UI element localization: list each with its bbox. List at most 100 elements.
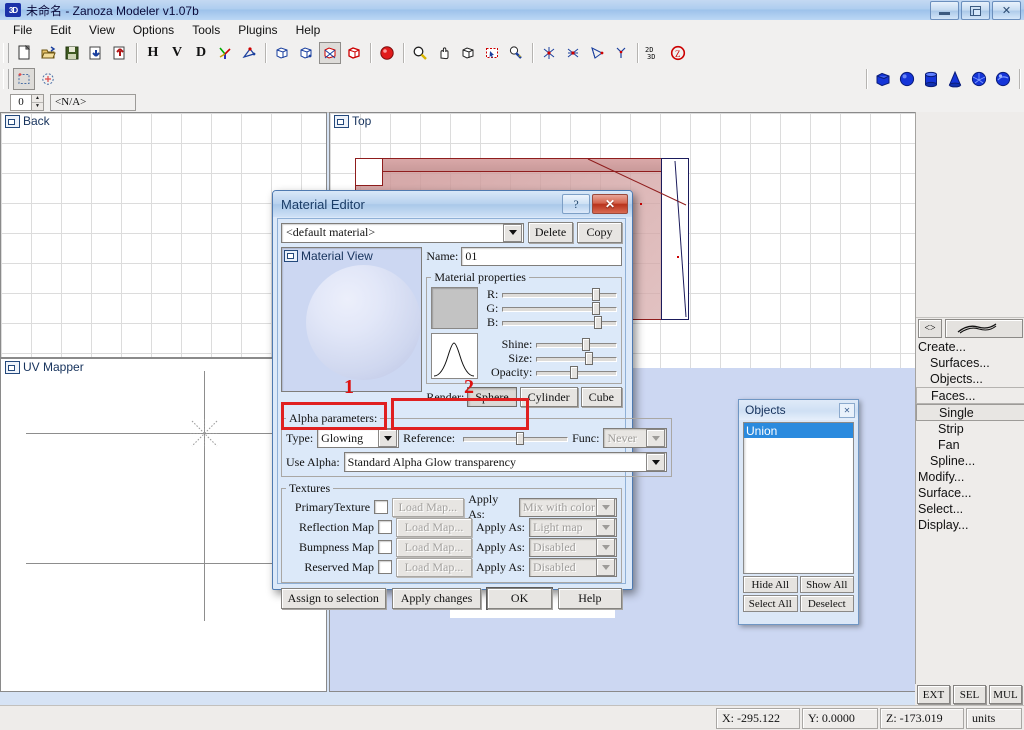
viewport-menu-icon[interactable] — [5, 360, 20, 374]
assign-to-selection-button[interactable]: Assign to selection — [281, 588, 386, 609]
panel-item-objects[interactable]: Objects... — [916, 371, 1024, 387]
disable-icon[interactable]: Z — [667, 42, 689, 64]
menu-options[interactable]: Options — [124, 21, 183, 39]
slider-thumb[interactable] — [515, 431, 524, 445]
material-select-combo[interactable]: <default material> — [281, 222, 524, 243]
load-map-button-bumpness[interactable]: Load Map... — [396, 537, 472, 557]
slider-thumb[interactable] — [570, 365, 579, 379]
box-icon[interactable] — [457, 42, 479, 64]
primitive-cylinder-icon[interactable] — [920, 68, 942, 90]
show-all-button[interactable]: Show All — [799, 576, 854, 593]
render-cube-button[interactable]: Cube — [580, 387, 622, 407]
chevron-down-icon[interactable] — [596, 518, 615, 536]
slider-thumb[interactable] — [594, 315, 603, 329]
mirror-vertical-button[interactable]: V — [166, 42, 188, 64]
panel-item-faces[interactable]: Faces... — [916, 387, 1024, 404]
menu-tools[interactable]: Tools — [183, 21, 229, 39]
edge-split-icon[interactable] — [610, 42, 632, 64]
axis-gizmo-icon[interactable] — [214, 42, 236, 64]
restore-button[interactable] — [961, 1, 990, 20]
toolbar-grip-2[interactable] — [3, 69, 9, 89]
pan-hand-icon[interactable] — [433, 42, 455, 64]
menu-file[interactable]: File — [4, 21, 41, 39]
apply-as-combo-reflection[interactable]: Light map — [529, 517, 617, 537]
cube-wire-icon[interactable] — [271, 42, 293, 64]
chevron-down-icon[interactable] — [503, 223, 522, 242]
menu-view[interactable]: View — [80, 21, 124, 39]
select-rect-icon[interactable] — [481, 42, 503, 64]
render-cylinder-button[interactable]: Cylinder — [519, 387, 578, 407]
use-alpha-combo[interactable]: Standard Alpha Glow transparency — [343, 452, 668, 472]
chevron-down-icon[interactable] — [646, 453, 666, 471]
panel-item-select[interactable]: Select... — [916, 501, 1024, 517]
chevron-down-icon[interactable] — [596, 498, 615, 516]
export-icon[interactable] — [109, 42, 131, 64]
close-button[interactable]: ✕ — [592, 194, 628, 214]
vertex-weld-icon[interactable] — [562, 42, 584, 64]
cube-wire2-icon[interactable] — [295, 42, 317, 64]
sel-mode-button[interactable]: SEL — [953, 685, 986, 704]
apply-as-combo-bumpness[interactable]: Disabled — [529, 537, 617, 557]
material-sphere-icon[interactable] — [376, 42, 398, 64]
chevron-down-icon[interactable] — [378, 429, 398, 447]
slider-g[interactable] — [502, 301, 617, 315]
toolbar-grip[interactable] — [3, 43, 9, 63]
minimize-button[interactable] — [930, 1, 959, 20]
slider-size[interactable] — [536, 351, 617, 365]
apply-as-combo-primary[interactable]: Mix with color — [519, 497, 617, 517]
render-sphere-button[interactable]: Sphere — [467, 387, 517, 407]
ok-button[interactable]: OK — [487, 588, 552, 609]
primitive-blob-icon[interactable] — [992, 68, 1014, 90]
vertex-move-icon[interactable] — [538, 42, 560, 64]
delete-button[interactable]: Delete — [528, 222, 573, 243]
load-map-button-reserved[interactable]: Load Map... — [396, 557, 472, 577]
slider-thumb[interactable] — [581, 337, 590, 351]
deselect-button[interactable]: Deselect — [799, 595, 854, 612]
load-map-button-reflection[interactable]: Load Map... — [396, 517, 472, 537]
alpha-reference-slider[interactable] — [463, 431, 569, 445]
color-swatch[interactable] — [431, 287, 479, 329]
curve-icon[interactable] — [945, 318, 1023, 338]
normals-icon[interactable] — [238, 42, 260, 64]
texture-checkbox-primary[interactable] — [374, 500, 388, 514]
list-item[interactable]: Union — [744, 423, 853, 438]
mul-mode-button[interactable]: MUL — [989, 685, 1022, 704]
select-all-button[interactable]: Select All — [743, 595, 798, 612]
viewport-menu-icon[interactable] — [5, 114, 20, 128]
primitive-cone-icon[interactable] — [944, 68, 966, 90]
slider-thumb[interactable] — [584, 351, 593, 365]
face-create-icon[interactable] — [586, 42, 608, 64]
hide-all-button[interactable]: Hide All — [743, 576, 798, 593]
panel-item-modify[interactable]: Modify... — [916, 469, 1024, 485]
spinner-up-icon[interactable]: ▲ — [32, 94, 43, 103]
paint-icon[interactable] — [505, 42, 527, 64]
close-button[interactable]: ✕ — [992, 1, 1021, 20]
help-button-bottom[interactable]: Help — [557, 588, 622, 609]
load-map-button-primary[interactable]: Load Map... — [391, 497, 465, 517]
panel-item-create[interactable]: Create... — [916, 339, 1024, 355]
panel-item-surfaces[interactable]: Surfaces... — [916, 355, 1024, 371]
primitive-geosphere-icon[interactable] — [968, 68, 990, 90]
toggle-2d-3d-button[interactable]: 2D 3D — [643, 42, 665, 64]
texture-checkbox-reserved[interactable] — [378, 560, 392, 574]
slider-b[interactable] — [502, 315, 617, 329]
slider-thumb[interactable] — [591, 301, 600, 315]
panel-item-fan[interactable]: Fan — [916, 437, 1024, 453]
menu-plugins[interactable]: Plugins — [229, 21, 286, 39]
save-file-icon[interactable] — [61, 42, 83, 64]
material-view-preview[interactable]: Material View — [281, 247, 423, 392]
point-select-icon[interactable] — [37, 68, 59, 90]
menu-help[interactable]: Help — [287, 21, 330, 39]
chevron-down-icon[interactable] — [646, 429, 666, 447]
apply-changes-button[interactable]: Apply changes — [391, 588, 482, 609]
name-input[interactable]: 01 — [461, 247, 622, 266]
copy-button[interactable]: Copy — [577, 222, 622, 243]
chevron-down-icon[interactable] — [596, 558, 615, 576]
panel-item-spline[interactable]: Spline... — [916, 453, 1024, 469]
open-file-icon[interactable] — [37, 42, 59, 64]
panel-item-display[interactable]: Display... — [916, 517, 1024, 533]
spinner-arrows[interactable]: ▲ ▼ — [31, 94, 43, 110]
cube-select-icon[interactable] — [319, 42, 341, 64]
zoom-icon[interactable] — [409, 42, 431, 64]
panel-item-strip[interactable]: Strip — [916, 421, 1024, 437]
